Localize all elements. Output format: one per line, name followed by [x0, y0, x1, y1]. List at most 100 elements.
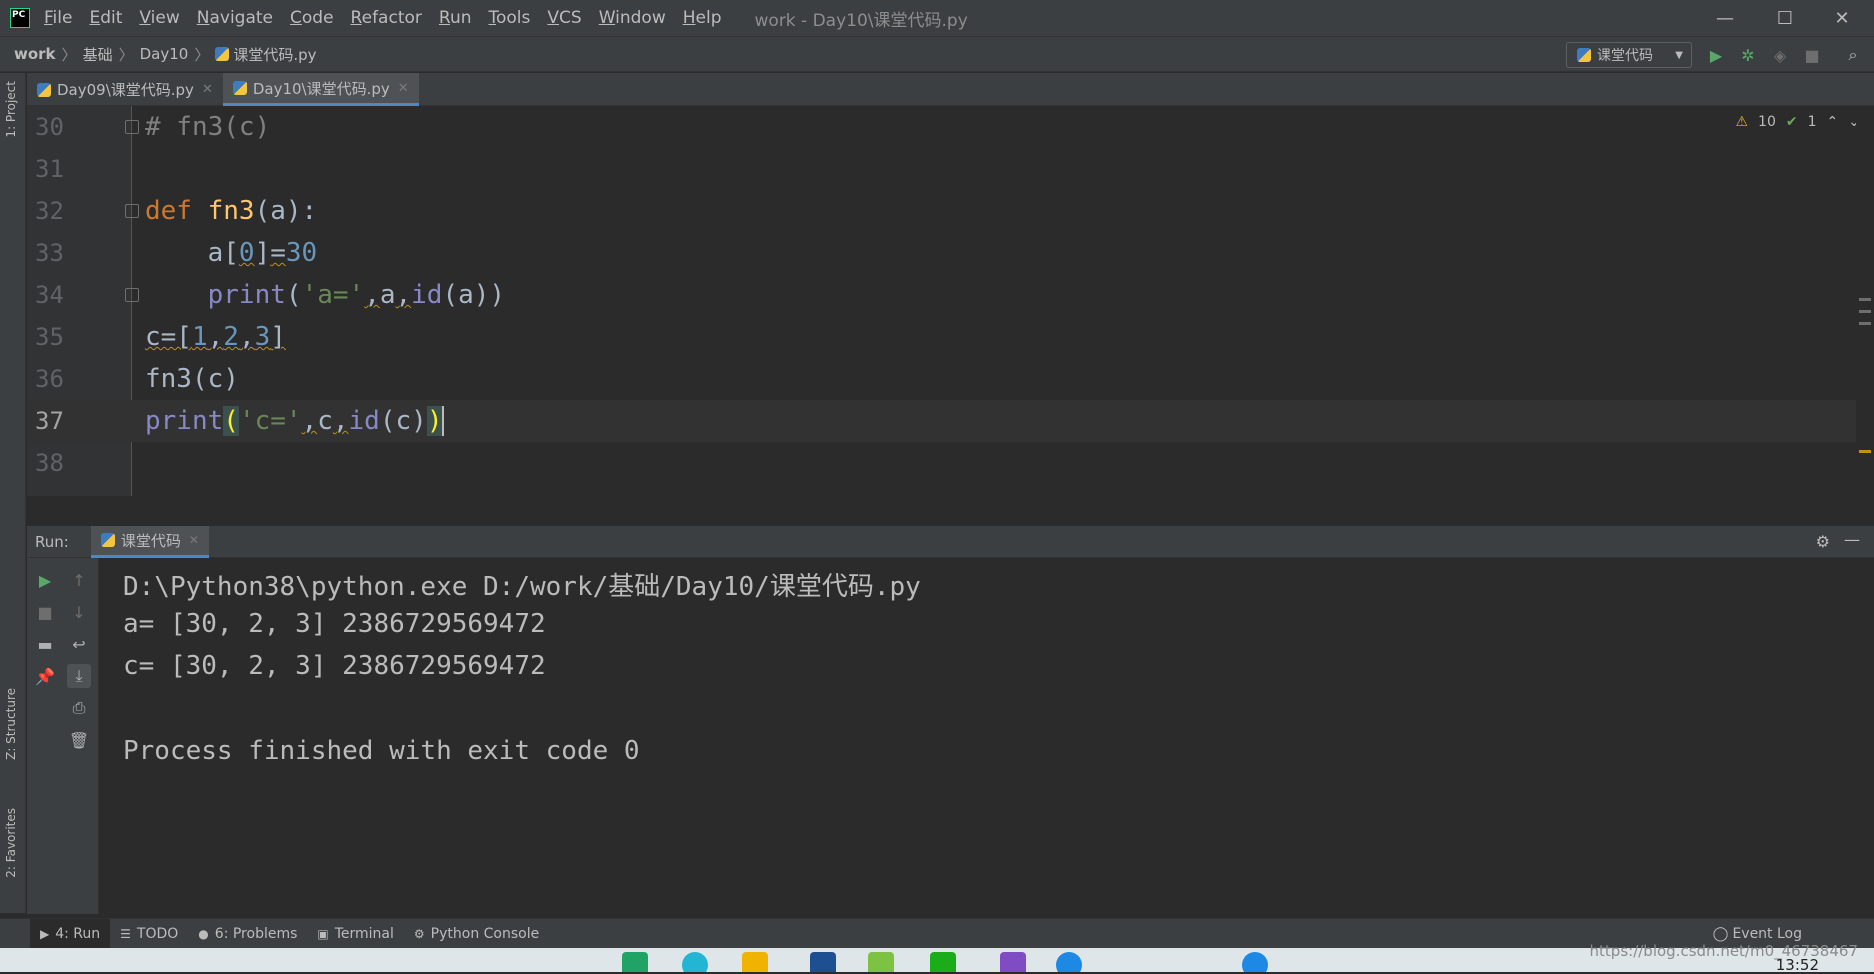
code-text: fn3(c)	[145, 364, 239, 394]
stop-icon[interactable]: ■	[33, 600, 57, 624]
code-line[interactable]: 32 def fn3(a):	[27, 190, 1874, 232]
minimize-button[interactable]: —	[1698, 0, 1752, 36]
todo-tool-button[interactable]: ☰ TODO	[110, 919, 188, 949]
run-configuration-select[interactable]: 课堂代码 ▼	[1566, 42, 1692, 68]
line-number: 35	[35, 323, 64, 351]
print-icon[interactable]: ⎙	[67, 696, 91, 720]
stop-icon[interactable]: ■	[1802, 45, 1822, 65]
fold-marker-icon[interactable]	[125, 120, 139, 134]
scroll-to-end-icon[interactable]: ⤓	[67, 664, 91, 688]
structure-tool-button[interactable]: Z: Structure	[4, 688, 18, 760]
folder-taskbar-icon[interactable]	[742, 952, 768, 972]
breadcrumb-work[interactable]: work	[14, 45, 56, 63]
code-line[interactable]: 38	[27, 442, 1874, 484]
app-taskbar-icon[interactable]	[682, 952, 708, 972]
minimize-panel-icon[interactable]: —	[1844, 530, 1860, 549]
scroll-marker	[1859, 298, 1871, 301]
close-tab-icon[interactable]: ✕	[202, 82, 213, 97]
menu-help[interactable]: Help	[683, 8, 722, 28]
breadcrumb-jichu[interactable]: 基础	[83, 44, 113, 65]
app-taskbar-icon[interactable]	[868, 952, 894, 972]
search-icon[interactable]: ⌕	[1843, 45, 1863, 65]
tab-day10[interactable]: Day10\课堂代码.py ✕	[222, 73, 419, 106]
pycharm-taskbar-icon[interactable]	[622, 952, 648, 972]
trash-icon[interactable]: 🗑	[67, 728, 91, 752]
menu-vcs[interactable]: VCS	[547, 8, 581, 28]
debug-icon[interactable]: ✲	[1738, 45, 1758, 65]
gear-icon[interactable]: ⚙	[1816, 532, 1830, 551]
scroll-marker	[1859, 322, 1871, 325]
close-tab-icon[interactable]: ✕	[189, 533, 199, 547]
run-icon[interactable]: ▶	[1706, 45, 1726, 65]
code-line[interactable]: 35 c=[1,2,3]	[27, 316, 1874, 358]
chevron-up-icon[interactable]: ⌃	[1827, 114, 1839, 130]
pin-icon[interactable]: 📌	[33, 664, 57, 688]
tab-day09[interactable]: Day09\课堂代码.py ✕	[27, 73, 223, 106]
code-editor[interactable]: 30 # fn3(c) 31 32 def fn3(a): 33 a[0]=30…	[27, 106, 1874, 496]
menu-navigate[interactable]: Navigate	[197, 8, 273, 28]
close-tab-icon[interactable]: ✕	[398, 81, 409, 96]
run-tab[interactable]: 课堂代码 ✕	[90, 525, 209, 558]
code-text: def fn3(a):	[145, 196, 318, 226]
play-icon: ▶	[40, 926, 50, 941]
python-console-tool-button[interactable]: ⚙ Python Console	[404, 919, 549, 949]
menu-view[interactable]: View	[139, 8, 179, 28]
navigation-bar: work 〉 基础 〉 Day10 〉 课堂代码.py 课堂代码 ▼ ▶ ✲ ◈…	[0, 36, 1874, 72]
arrow-down-icon[interactable]: ↓	[67, 600, 91, 624]
code-line[interactable]: 30 # fn3(c)	[27, 106, 1874, 148]
run-tool-label: 4: Run	[55, 925, 101, 942]
list-icon: ☰	[120, 926, 131, 941]
code-line[interactable]: 34 print('a=',a,id(a))	[27, 274, 1874, 316]
layout-icon[interactable]: ▬	[33, 632, 57, 656]
menu-tools[interactable]: Tools	[489, 8, 531, 28]
info-icon: ●	[198, 926, 209, 941]
close-button[interactable]: ✕	[1815, 0, 1869, 36]
code-line[interactable]: 36 fn3(c)	[27, 358, 1874, 400]
menu-file[interactable]: File	[44, 8, 72, 28]
tab-label: Day09\课堂代码.py	[57, 81, 194, 99]
browser-taskbar-icon[interactable]	[1056, 952, 1082, 972]
soft-wrap-icon[interactable]: ↩	[67, 632, 91, 656]
fold-marker-icon[interactable]	[125, 204, 139, 218]
favorites-tool-button[interactable]: 2: Favorites	[4, 808, 18, 878]
code-line[interactable]: 31	[27, 148, 1874, 190]
coverage-icon[interactable]: ◈	[1770, 45, 1790, 65]
code-line[interactable]: 33 a[0]=30	[27, 232, 1874, 274]
breadcrumb-file[interactable]: 课堂代码.py	[233, 44, 316, 65]
run-tool-window: Run: 课堂代码 ✕ ⚙ — ▶ ■ ▬ 📌 ↑ ↓ ↩ ⤓ ⎙ 🗑 D:\P…	[27, 525, 1874, 916]
run-tool-button[interactable]: ▶ 4: Run	[30, 918, 111, 949]
todo-tool-label: TODO	[136, 925, 179, 942]
console-output[interactable]: D:\Python38\python.exe D:/work/基础/Day10/…	[123, 566, 921, 779]
inspection-widget[interactable]: ⚠ 10 ✔ 1 ⌃ ⌄	[1735, 114, 1860, 130]
menu-run[interactable]: Run	[439, 8, 472, 28]
terminal-tool-button[interactable]: ▣ Terminal	[307, 919, 404, 949]
menu-refactor[interactable]: Refactor	[351, 8, 422, 28]
maximize-button[interactable]: ☐	[1758, 0, 1812, 36]
run-label: Run:	[35, 532, 69, 551]
editor-scrollbar[interactable]	[1856, 106, 1874, 496]
project-tool-button[interactable]: 1: Project	[4, 81, 18, 138]
fold-marker-icon[interactable]	[125, 288, 139, 302]
left-tool-strip: 1: Project Z: Structure 2: Favorites	[0, 73, 26, 913]
pycharm-logo-icon	[10, 8, 30, 28]
console-line: Process finished with exit code 0	[123, 736, 640, 766]
breadcrumb: work 〉 基础 〉 Day10 〉 课堂代码.py	[14, 44, 317, 65]
menu-edit[interactable]: Edit	[89, 8, 122, 28]
wechat-taskbar-icon[interactable]	[930, 952, 956, 972]
breadcrumb-day10[interactable]: Day10	[140, 45, 189, 63]
app-taskbar-icon[interactable]	[1000, 952, 1026, 972]
python-file-icon	[232, 81, 247, 95]
code-line-current[interactable]: 37 print('c=',c,id(c))	[27, 400, 1874, 442]
rerun-icon[interactable]: ▶	[33, 568, 57, 592]
system-clock: 13:52	[1775, 956, 1819, 974]
browser-taskbar-icon[interactable]	[1242, 952, 1268, 972]
menu-window[interactable]: Window	[599, 8, 666, 28]
code-text: c=[1,2,3]	[145, 322, 286, 352]
console-line: D:\Python38\python.exe D:/work/基础/Day10/…	[123, 572, 921, 602]
arrow-up-icon[interactable]: ↑	[67, 568, 91, 592]
chevron-right-icon: 〉	[194, 45, 210, 64]
app-taskbar-icon[interactable]	[810, 952, 836, 972]
menu-code[interactable]: Code	[290, 8, 334, 28]
run-tab-label: 课堂代码	[120, 531, 181, 550]
problems-tool-button[interactable]: ● 6: Problems	[188, 919, 307, 949]
